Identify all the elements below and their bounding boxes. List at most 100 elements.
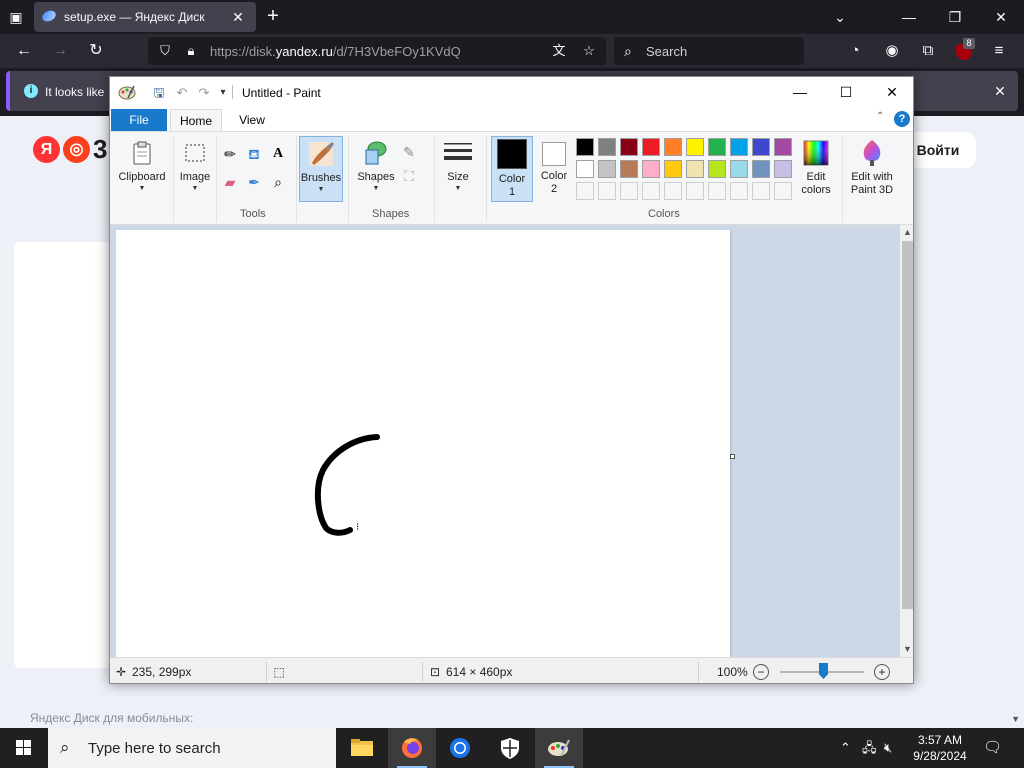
- zoom-out-button[interactable]: −: [753, 664, 769, 680]
- paint-maximize-button[interactable]: ☐: [823, 77, 869, 107]
- size-button[interactable]: Size ▼: [438, 136, 478, 202]
- paint-close-button[interactable]: ✕: [869, 77, 913, 107]
- color1-button[interactable]: Color 1: [491, 136, 533, 202]
- collapse-ribbon-icon[interactable]: ⌃: [876, 111, 884, 122]
- lock-icon[interactable]: 🔒︎: [182, 42, 200, 60]
- fill-icon[interactable]: ⛶: [399, 166, 419, 186]
- paint-minimize-button[interactable]: —: [777, 77, 823, 107]
- pencil-icon[interactable]: ✏: [220, 144, 240, 164]
- taskbar-windows-security[interactable]: [486, 728, 534, 768]
- notification-center-icon[interactable]: 🗨︎: [983, 740, 1002, 756]
- start-button[interactable]: [0, 728, 48, 768]
- palette-swatch-empty[interactable]: [686, 182, 704, 200]
- drawing-canvas[interactable]: ⁝: [116, 230, 730, 657]
- vertical-scrollbar[interactable]: ▲ ▼: [900, 225, 913, 657]
- palette-swatch-empty[interactable]: [774, 182, 792, 200]
- save-icon[interactable]: 🖫︎: [151, 85, 167, 101]
- show-hidden-icons-chevron-icon[interactable]: ⌃: [840, 740, 851, 756]
- taskbar-file-explorer[interactable]: [338, 728, 386, 768]
- palette-swatch[interactable]: [664, 138, 682, 156]
- tab-file[interactable]: File: [111, 109, 167, 131]
- palette-swatch[interactable]: [708, 138, 726, 156]
- palette-swatch[interactable]: [642, 138, 660, 156]
- proxy-extension-icon[interactable]: ◔: [844, 40, 866, 62]
- tab-view[interactable]: View: [228, 109, 276, 131]
- palette-swatch-empty[interactable]: [664, 182, 682, 200]
- palette-swatch[interactable]: [576, 160, 594, 178]
- close-tab-icon[interactable]: ✕: [228, 7, 248, 27]
- account-icon[interactable]: ◉: [881, 40, 903, 62]
- palette-swatch[interactable]: [620, 138, 638, 156]
- text-icon[interactable]: A: [268, 144, 288, 164]
- page-scroll-down-icon[interactable]: ▼: [1011, 714, 1020, 724]
- scroll-down-icon[interactable]: ▼: [900, 642, 913, 657]
- eraser-icon[interactable]: ▰: [220, 172, 240, 192]
- zoom-in-button[interactable]: +: [874, 664, 890, 680]
- palette-swatch-empty[interactable]: [708, 182, 726, 200]
- palette-swatch-empty[interactable]: [730, 182, 748, 200]
- palette-swatch[interactable]: [620, 160, 638, 178]
- palette-swatch[interactable]: [752, 160, 770, 178]
- clipboard-button[interactable]: Clipboard ▼: [114, 136, 170, 202]
- zoom-slider-thumb[interactable]: [819, 663, 828, 679]
- url-text[interactable]: https://disk.yandex.ru/d/7H3VbeFOy1KVdQ: [210, 44, 461, 59]
- ublock-origin-icon[interactable]: 8: [954, 38, 975, 62]
- customize-qat-icon[interactable]: ▾: [215, 85, 231, 101]
- palette-swatch[interactable]: [598, 160, 616, 178]
- extensions-puzzle-icon[interactable]: ⧉: [917, 40, 939, 62]
- palette-swatch-empty[interactable]: [620, 182, 638, 200]
- palette-swatch-empty[interactable]: [598, 182, 616, 200]
- volume-muted-icon[interactable]: 🔇︎: [884, 740, 892, 756]
- palette-swatch[interactable]: [774, 138, 792, 156]
- undo-icon[interactable]: ↶: [174, 85, 190, 101]
- palette-swatch[interactable]: [730, 160, 748, 178]
- taskbar-search-box[interactable]: ⌕ Type here to search: [48, 728, 336, 768]
- color-picker-icon[interactable]: ✒: [244, 172, 264, 192]
- palette-swatch[interactable]: [730, 138, 748, 156]
- palette-swatch[interactable]: [774, 160, 792, 178]
- palette-swatch-empty[interactable]: [642, 182, 660, 200]
- palette-swatch-empty[interactable]: [576, 182, 594, 200]
- tab-home[interactable]: Home: [170, 109, 222, 131]
- edit-with-paint3d-button[interactable]: Edit with Paint 3D: [846, 136, 898, 202]
- tab-list-chevron-icon[interactable]: ⌄: [828, 6, 852, 28]
- scrollbar-thumb[interactable]: [902, 241, 913, 609]
- paint-app-icon[interactable]: [118, 84, 136, 100]
- search-bar[interactable]: ⌕ Search: [614, 37, 804, 65]
- shapes-button[interactable]: Shapes ▼: [354, 136, 398, 202]
- palette-swatch-empty[interactable]: [752, 182, 770, 200]
- palette-swatch[interactable]: [708, 160, 726, 178]
- forward-arrow-icon[interactable]: →: [48, 39, 72, 63]
- reload-icon[interactable]: ↻: [84, 39, 108, 63]
- taskbar-chrome[interactable]: [436, 728, 484, 768]
- palette-swatch[interactable]: [576, 138, 594, 156]
- new-tab-icon[interactable]: +: [262, 6, 284, 28]
- close-notification-icon[interactable]: ✕: [990, 81, 1010, 101]
- edit-colors-button[interactable]: Edit colors: [796, 136, 836, 202]
- palette-swatch[interactable]: [642, 160, 660, 178]
- palette-swatch[interactable]: [598, 138, 616, 156]
- image-button[interactable]: Image ▼: [176, 136, 214, 202]
- brushes-button[interactable]: Brushes ▼: [299, 136, 343, 202]
- tracking-shield-icon[interactable]: ⛉: [156, 42, 174, 60]
- outline-icon[interactable]: ✎: [399, 142, 419, 162]
- color2-button[interactable]: Color 2: [533, 136, 575, 202]
- resize-handle-right[interactable]: [730, 454, 735, 459]
- browser-close-button[interactable]: ✕: [978, 0, 1024, 34]
- back-arrow-icon[interactable]: ←: [12, 39, 36, 63]
- hamburger-menu-icon[interactable]: ≡: [988, 40, 1010, 62]
- redo-icon[interactable]: ↷: [196, 85, 212, 101]
- list-all-tabs-icon[interactable]: ▣: [6, 8, 26, 26]
- taskbar-firefox[interactable]: [388, 728, 436, 768]
- help-icon[interactable]: ?: [894, 111, 910, 127]
- fill-bucket-icon[interactable]: ⛾: [244, 144, 264, 164]
- palette-swatch[interactable]: [664, 160, 682, 178]
- translate-icon[interactable]: 文: [550, 42, 568, 60]
- palette-swatch[interactable]: [752, 138, 770, 156]
- bookmark-star-icon[interactable]: ☆: [580, 42, 598, 60]
- palette-swatch[interactable]: [686, 138, 704, 156]
- address-bar[interactable]: ⛉ 🔒︎ https://disk.yandex.ru/d/7H3VbeFOy1…: [148, 37, 606, 65]
- scroll-up-icon[interactable]: ▲: [900, 225, 913, 240]
- taskbar-clock[interactable]: 3:57 AM 9/28/2024: [906, 732, 974, 764]
- palette-swatch[interactable]: [686, 160, 704, 178]
